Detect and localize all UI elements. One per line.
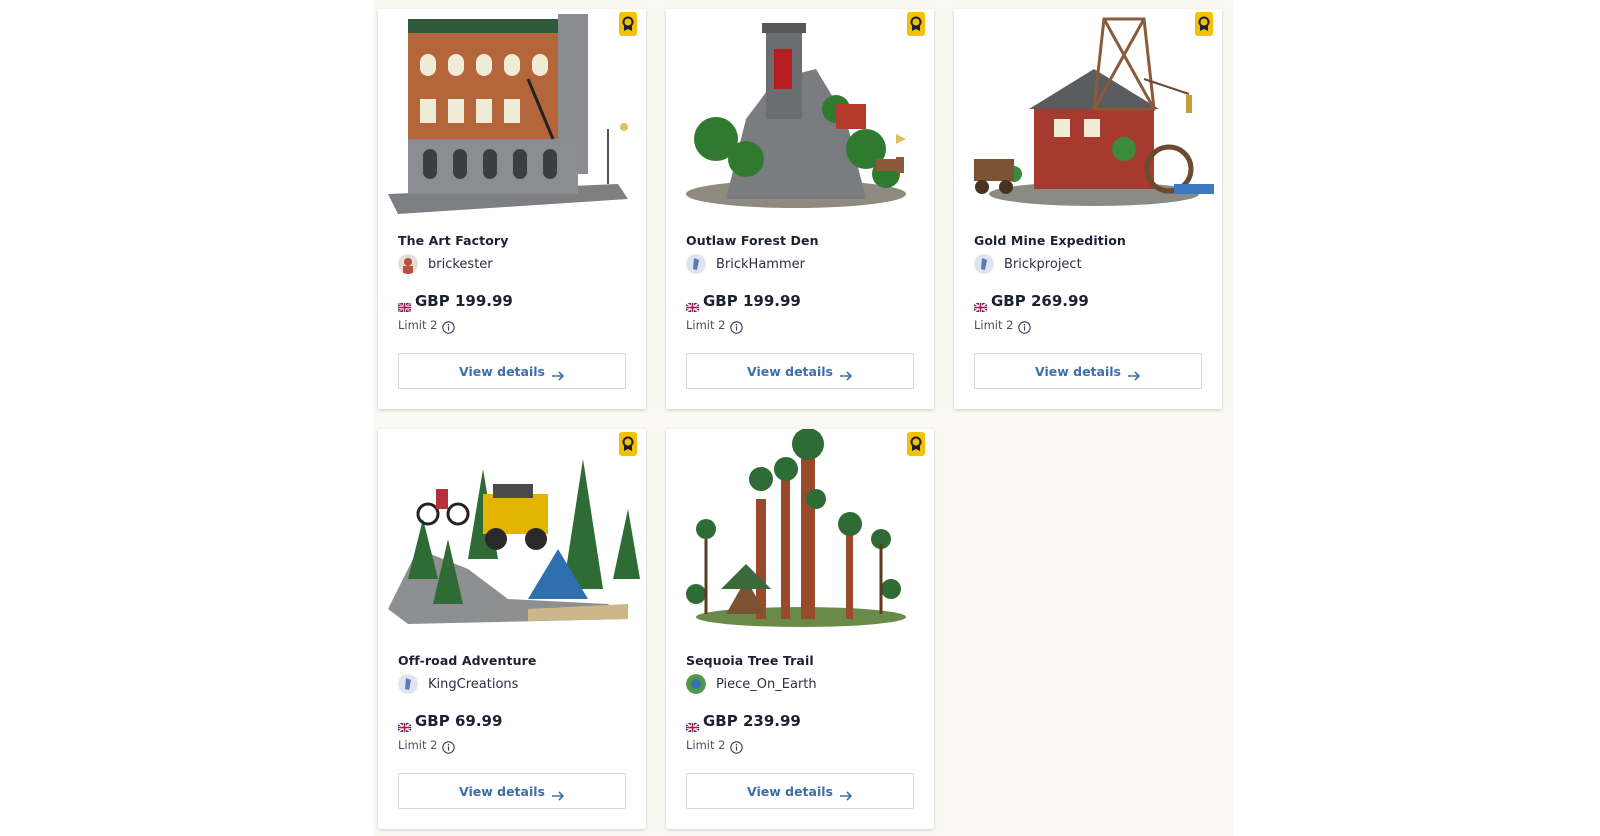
view-details-label: View details: [459, 783, 545, 799]
uk-flag-icon: [685, 297, 700, 313]
limit-row: Limit 2: [398, 318, 456, 334]
limit-row: Limit 2: [686, 318, 744, 334]
product-title[interactable]: The Art Factory: [398, 233, 508, 248]
arrow-right-icon: [1127, 366, 1141, 381]
product-image[interactable]: [666, 9, 934, 219]
award-icon: [907, 432, 925, 456]
award-icon: [907, 12, 925, 36]
product-image[interactable]: [954, 9, 1222, 219]
price-row: GBP 239.99: [685, 712, 801, 733]
limit-row: Limit 2: [398, 738, 456, 754]
price: GBP 199.99: [415, 292, 513, 310]
creator[interactable]: brickester: [398, 253, 493, 275]
avatar: [686, 674, 706, 694]
price-row: GBP 69.99: [397, 712, 503, 733]
product-image[interactable]: [666, 429, 934, 639]
info-icon[interactable]: [1018, 319, 1032, 334]
view-details-button[interactable]: View details: [398, 773, 626, 809]
creator-name: BrickHammer: [716, 256, 805, 272]
arrow-right-icon: [551, 366, 565, 381]
view-details-button[interactable]: View details: [974, 353, 1202, 389]
product-grid: The Art Factory brickester GBP 199.99 Li…: [378, 9, 1228, 829]
view-details-button[interactable]: View details: [686, 773, 914, 809]
product-card: Gold Mine Expedition Brickproject GBP 26…: [954, 9, 1222, 409]
purchase-limit: Limit 2: [974, 318, 1014, 332]
price: GBP 239.99: [703, 712, 801, 730]
purchase-limit: Limit 2: [398, 738, 438, 752]
arrow-right-icon: [839, 366, 853, 381]
avatar: [398, 254, 418, 274]
price-row: GBP 199.99: [397, 292, 513, 313]
product-title[interactable]: Gold Mine Expedition: [974, 233, 1126, 248]
creator[interactable]: KingCreations: [398, 673, 518, 695]
purchase-limit: Limit 2: [398, 318, 438, 332]
price: GBP 269.99: [991, 292, 1089, 310]
product-card: Sequoia Tree Trail Piece_On_Earth GBP 23…: [666, 429, 934, 829]
view-details-label: View details: [459, 363, 545, 379]
price: GBP 199.99: [703, 292, 801, 310]
avatar: [398, 674, 418, 694]
creator[interactable]: BrickHammer: [686, 253, 805, 275]
price-row: GBP 199.99: [685, 292, 801, 313]
info-icon[interactable]: [442, 319, 456, 334]
arrow-right-icon: [839, 786, 853, 801]
product-card: Outlaw Forest Den BrickHammer GBP 199.99…: [666, 9, 934, 409]
uk-flag-icon: [397, 297, 412, 313]
limit-row: Limit 2: [974, 318, 1032, 334]
price-row: GBP 269.99: [973, 292, 1089, 313]
award-icon: [619, 432, 637, 456]
view-details-label: View details: [747, 363, 833, 379]
award-icon: [1195, 12, 1213, 36]
view-details-button[interactable]: View details: [398, 353, 626, 389]
info-icon[interactable]: [730, 739, 744, 754]
arrow-right-icon: [551, 786, 565, 801]
award-icon: [619, 12, 637, 36]
avatar: [686, 254, 706, 274]
view-details-label: View details: [747, 783, 833, 799]
product-title[interactable]: Sequoia Tree Trail: [686, 653, 814, 668]
uk-flag-icon: [973, 297, 988, 313]
product-title[interactable]: Off-road Adventure: [398, 653, 536, 668]
creator-name: KingCreations: [428, 676, 519, 692]
purchase-limit: Limit 2: [686, 318, 726, 332]
creator-name: brickester: [428, 256, 493, 272]
product-card: The Art Factory brickester GBP 199.99 Li…: [378, 9, 646, 409]
product-card: Off-road Adventure KingCreations GBP 69.…: [378, 429, 646, 829]
price: GBP 69.99: [415, 712, 503, 730]
product-image[interactable]: [378, 9, 646, 219]
creator-name: Piece_On_Earth: [716, 676, 817, 692]
purchase-limit: Limit 2: [686, 738, 726, 752]
product-image[interactable]: [378, 429, 646, 639]
creator[interactable]: Piece_On_Earth: [686, 673, 817, 695]
uk-flag-icon: [685, 717, 700, 733]
info-icon[interactable]: [442, 739, 456, 754]
limit-row: Limit 2: [686, 738, 744, 754]
avatar: [974, 254, 994, 274]
view-details-button[interactable]: View details: [686, 353, 914, 389]
product-title[interactable]: Outlaw Forest Den: [686, 233, 819, 248]
creator[interactable]: Brickproject: [974, 253, 1082, 275]
view-details-label: View details: [1035, 363, 1121, 379]
creator-name: Brickproject: [1004, 256, 1082, 272]
uk-flag-icon: [397, 717, 412, 733]
info-icon[interactable]: [730, 319, 744, 334]
